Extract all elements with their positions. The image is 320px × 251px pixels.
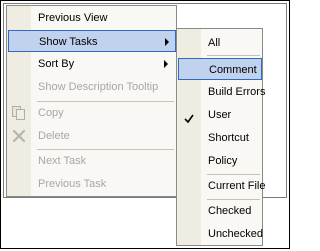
menu-item-label: Copy bbox=[38, 107, 64, 119]
submenu-item-label: Checked bbox=[208, 205, 252, 217]
submenu-item-checked[interactable]: Checked bbox=[177, 200, 262, 222]
submenu-item-comment[interactable]: Comment bbox=[178, 58, 262, 80]
menu-item-label: Show Description Tooltip bbox=[38, 81, 159, 93]
submenu-item-all[interactable]: All bbox=[177, 32, 262, 54]
submenu-item-label: Policy bbox=[208, 155, 238, 167]
menu-item-label: Sort By bbox=[38, 58, 75, 70]
menu-item-label: Show Tasks bbox=[39, 36, 98, 48]
menu-item-previous-task[interactable]: Previous Task bbox=[7, 173, 176, 195]
submenu-item-label: Shortcut bbox=[208, 132, 249, 144]
submenu-item-label: All bbox=[208, 37, 221, 49]
submenu-item-shortcut[interactable]: Shortcut bbox=[177, 127, 262, 149]
submenu-item-label: Current File bbox=[208, 180, 266, 192]
submenu-item-label: User bbox=[208, 109, 232, 121]
submenu-item-label: Build Errors bbox=[208, 86, 266, 98]
context-menu: Previous View Show Tasks Sort By Show De… bbox=[6, 5, 177, 197]
submenu-arrow-icon bbox=[165, 38, 169, 46]
menu-item-label: Previous View bbox=[38, 12, 108, 24]
submenu-item-current-file[interactable]: Current File bbox=[177, 175, 266, 197]
submenu-arrow-icon bbox=[164, 60, 168, 68]
menu-item-label: Next Task bbox=[38, 155, 87, 167]
menu-separator bbox=[207, 55, 260, 56]
menu-item-label: Previous Task bbox=[38, 178, 107, 190]
menu-item-delete[interactable]: Delete bbox=[7, 125, 176, 147]
delete-icon bbox=[12, 129, 26, 151]
submenu-item-user[interactable]: User bbox=[177, 104, 262, 126]
menu-item-label: Delete bbox=[38, 130, 70, 142]
menu-item-show-tasks[interactable]: Show Tasks bbox=[8, 30, 176, 52]
menu-item-previous-view[interactable]: Previous View bbox=[7, 7, 176, 29]
submenu-item-label: Comment bbox=[209, 64, 257, 76]
menu-item-sort-by[interactable]: Sort By bbox=[7, 53, 176, 75]
submenu-item-policy[interactable]: Policy bbox=[177, 150, 262, 172]
submenu-item-build-errors[interactable]: Build Errors bbox=[177, 81, 266, 103]
menu-item-copy[interactable]: Copy bbox=[7, 102, 176, 124]
submenu-item-label: Unchecked bbox=[208, 228, 264, 240]
submenu-item-unchecked[interactable]: Unchecked bbox=[177, 223, 264, 245]
tasks-submenu: All Comment Build Errors User Shortcut P… bbox=[176, 28, 266, 246]
menu-item-next-task[interactable]: Next Task bbox=[7, 150, 176, 172]
menu-item-show-description-tooltip[interactable]: Show Description Tooltip bbox=[7, 76, 176, 98]
